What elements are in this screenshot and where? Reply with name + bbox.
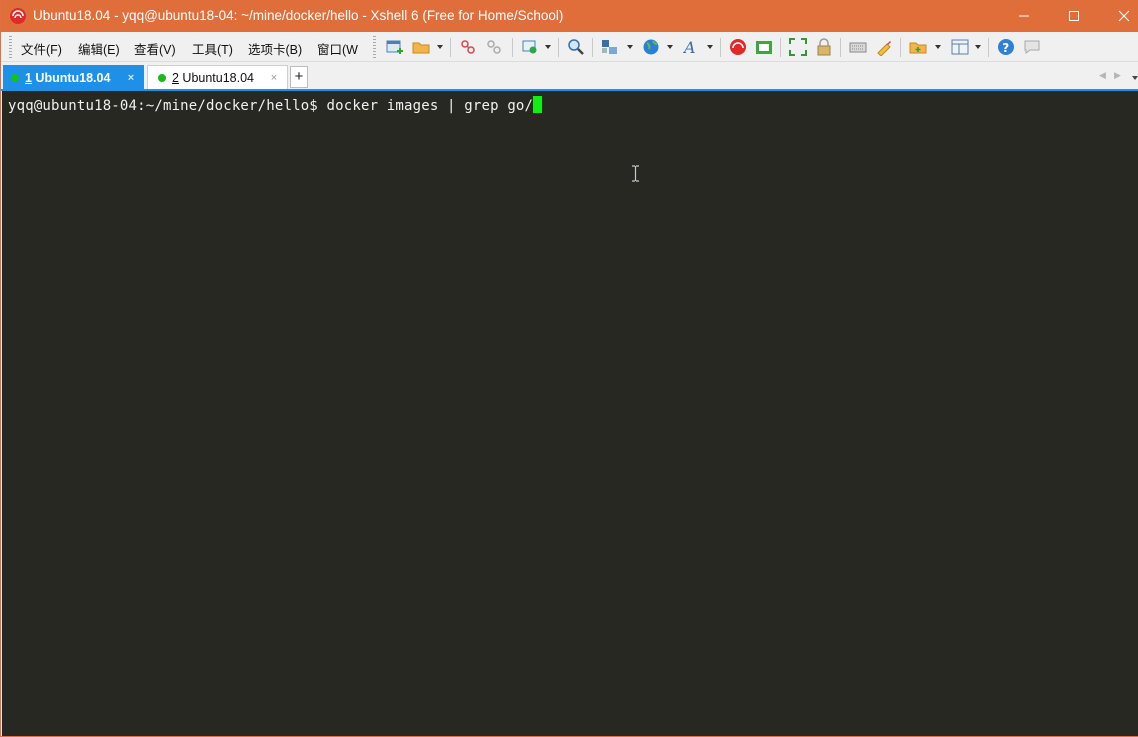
compose-dropdown[interactable] [935, 45, 941, 49]
keyboard-button[interactable] [848, 37, 868, 57]
globe-button[interactable] [641, 37, 661, 57]
properties-icon [522, 40, 537, 54]
title-bar[interactable]: Ubuntu18.04 - yqq@ubuntu18-04: ~/mine/do… [1, 0, 1138, 32]
font-dropdown[interactable] [707, 45, 713, 49]
tab-label: 2 Ubuntu18.04 [172, 71, 267, 85]
close-icon [1118, 10, 1130, 22]
tab-list-dropdown-icon[interactable] [1132, 76, 1138, 80]
chat-button[interactable] [1022, 37, 1042, 57]
chat-icon [1024, 40, 1040, 54]
open-dropdown[interactable] [437, 45, 443, 49]
transfer-icon [602, 40, 617, 54]
find-icon [568, 39, 584, 55]
connected-status-dot [11, 73, 19, 82]
terminal-area[interactable]: yqq@ubuntu18-04:~/mine/docker/hello$ doc… [2, 91, 1138, 736]
new-session-button[interactable] [385, 37, 405, 57]
xshell-icon [730, 39, 746, 55]
svg-text:A: A [683, 38, 696, 56]
toolbar-separator [558, 38, 559, 57]
properties-button[interactable] [520, 37, 540, 57]
maximize-button[interactable] [1051, 0, 1097, 32]
disconnect-icon [487, 40, 501, 54]
tab-scroll-left-icon[interactable]: ◀ [1099, 70, 1106, 81]
help-button[interactable]: ? [996, 37, 1016, 57]
highlight-icon [877, 41, 891, 56]
find-button[interactable] [566, 37, 586, 57]
menu-toolbar-row: 文件(F) 编辑(E) 查看(V) 工具(T) 选项卡(B) 窗口(W A ? [1, 32, 1138, 62]
tab-close-icon[interactable]: × [267, 72, 281, 84]
menu-edit[interactable]: 编辑(E) [78, 39, 120, 58]
globe-dropdown[interactable] [667, 45, 673, 49]
lock-button[interactable] [814, 37, 834, 57]
menu-file[interactable]: 文件(F) [21, 39, 62, 58]
tab-number: 2 [172, 71, 179, 85]
connected-status-dot [158, 74, 166, 82]
transfer-dropdown[interactable] [627, 45, 633, 49]
toolbar-separator [450, 38, 451, 57]
xftp-button[interactable] [754, 37, 774, 57]
disconnect-button[interactable] [484, 37, 504, 57]
layout-icon [951, 39, 969, 55]
menu-tabs[interactable]: 选项卡(B) [248, 39, 302, 58]
shell-prompt: yqq@ubuntu18-04:~/mine/docker/hello$ [8, 98, 327, 114]
typed-command: docker images | grep go/ [326, 98, 534, 114]
ibeam-cursor-icon [632, 165, 639, 182]
tab-number: 1 [25, 70, 32, 85]
highlight-button[interactable] [874, 37, 894, 57]
font-button[interactable]: A [682, 37, 702, 57]
add-tab-button[interactable]: + [290, 66, 308, 88]
fullscreen-icon [789, 38, 807, 56]
xshell-button[interactable] [728, 37, 748, 57]
fullscreen-button[interactable] [788, 37, 808, 57]
open-folder-icon [412, 42, 430, 54]
tab-close-icon[interactable]: × [124, 72, 138, 84]
font-icon: A [683, 38, 696, 56]
toolbar-separator [720, 38, 721, 57]
window-title: Ubuntu18.04 - yqq@ubuntu18-04: ~/mine/do… [33, 8, 564, 23]
help-icon: ? [998, 39, 1014, 55]
tab-session-1[interactable]: 1 Ubuntu18.04 × [3, 65, 144, 90]
compose-icon [909, 42, 927, 54]
toolbar-grip[interactable] [373, 36, 376, 58]
toolbar-separator [840, 38, 841, 57]
xftp-icon [756, 41, 772, 54]
layout-button[interactable] [950, 37, 970, 57]
lock-icon [817, 38, 831, 56]
toolbar-separator [988, 38, 989, 57]
toolbar-separator [900, 38, 901, 57]
svg-text:?: ? [1002, 41, 1009, 55]
text-cursor [533, 96, 543, 113]
toolbar-separator [780, 38, 781, 57]
compose-button[interactable] [908, 37, 928, 57]
menubar-grip[interactable] [9, 36, 12, 58]
new-session-icon [386, 40, 403, 54]
keyboard-icon [849, 42, 867, 53]
close-window-button[interactable] [1101, 0, 1138, 32]
tab-name: Ubuntu18.04 [178, 71, 255, 85]
terminal-line: yqq@ubuntu18-04:~/mine/docker/hello$ doc… [8, 96, 543, 114]
minimize-icon [1019, 15, 1029, 17]
minimize-button[interactable] [1001, 0, 1047, 32]
menu-tools[interactable]: 工具(T) [192, 39, 233, 58]
xshell-window: Ubuntu18.04 - yqq@ubuntu18-04: ~/mine/do… [0, 0, 1138, 737]
transfer-button[interactable] [600, 37, 620, 57]
connect-button[interactable] [458, 37, 478, 57]
session-tab-bar: 1 Ubuntu18.04 × 2 Ubuntu18.04 × + ◀ ▶ [1, 62, 1138, 90]
toolbar-separator [512, 38, 513, 57]
tab-session-2[interactable]: 2 Ubuntu18.04 × [147, 65, 288, 90]
maximize-icon [1069, 11, 1079, 21]
connect-icon [461, 40, 475, 54]
menu-view[interactable]: 查看(V) [134, 39, 176, 58]
open-button[interactable] [411, 37, 431, 57]
tab-scroll-right-icon[interactable]: ▶ [1114, 70, 1121, 81]
tab-name: Ubuntu18.04 [31, 70, 111, 85]
layout-dropdown[interactable] [975, 45, 981, 49]
tab-label: 1 Ubuntu18.04 [25, 71, 124, 85]
globe-icon [643, 39, 659, 55]
xshell-logo-icon [9, 7, 27, 25]
menu-window[interactable]: 窗口(W [317, 39, 358, 58]
toolbar-separator [592, 38, 593, 57]
properties-dropdown[interactable] [545, 45, 551, 49]
